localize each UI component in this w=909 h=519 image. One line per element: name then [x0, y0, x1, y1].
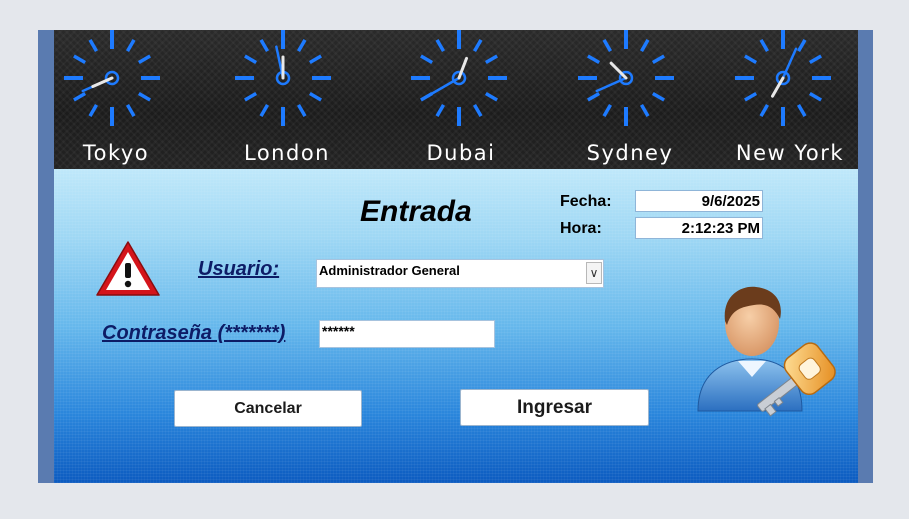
- clock-tick: [137, 91, 151, 102]
- clock-tick: [73, 54, 87, 65]
- contrasena-label: Contraseña (*******): [102, 322, 286, 344]
- clock-tick: [587, 54, 601, 65]
- hora-value: 2:12:23 PM: [635, 217, 763, 239]
- clock-tick: [296, 39, 307, 53]
- clock-tick: [435, 103, 446, 117]
- clock-tick: [296, 103, 307, 117]
- clock-tick: [639, 103, 650, 117]
- usuario-label: Usuario:: [198, 258, 280, 280]
- clock-tick: [484, 91, 498, 102]
- clock-tick: [651, 54, 665, 65]
- city-label-tokyo: Tokyo: [82, 141, 150, 165]
- fecha-label: Fecha:: [560, 193, 612, 210]
- usuario-select-value: Administrador General: [319, 263, 460, 278]
- hour-hand: [609, 61, 628, 80]
- city-label-sydney: Sydney: [586, 141, 674, 165]
- submit-button[interactable]: Ingresar: [460, 389, 649, 426]
- clock-tick: [796, 39, 807, 53]
- city-label-london: London: [244, 141, 330, 165]
- clock-tick: [308, 54, 322, 65]
- city-label-dubai: Dubai: [426, 141, 496, 165]
- clock-dubai: Dubai: [401, 30, 521, 169]
- clock-tick: [125, 39, 136, 53]
- chevron-down-icon[interactable]: ∨: [586, 262, 602, 284]
- password-input[interactable]: ******: [319, 320, 495, 348]
- clock-tick: [137, 54, 151, 65]
- clock-tick: [472, 103, 483, 117]
- user-key-icon: [697, 286, 836, 417]
- clock-tick: [651, 91, 665, 102]
- hora-label: Hora:: [560, 220, 602, 237]
- clock-tick: [472, 39, 483, 53]
- usuario-select[interactable]: Administrador General ∨: [316, 259, 604, 288]
- warning-icon: [96, 241, 160, 296]
- clock-tick: [639, 39, 650, 53]
- clock-tick: [308, 91, 322, 102]
- clock-tick: [808, 91, 822, 102]
- clock-tick: [88, 103, 99, 117]
- clock-tick: [759, 39, 770, 53]
- cancel-button[interactable]: Cancelar: [174, 390, 362, 427]
- clock-tick: [73, 91, 87, 102]
- clock-new-york: New York: [725, 30, 845, 169]
- clock-tick: [744, 91, 758, 102]
- login-panel: Entrada Fecha: 9/6/2025 Hora: 2:12:23 PM…: [54, 169, 858, 483]
- minute-hand: [781, 47, 798, 80]
- clock-tick: [435, 39, 446, 53]
- clock-tick: [420, 54, 434, 65]
- clock-tick: [602, 103, 613, 117]
- world-clock-band: Tokyo London Dubai Sydney New York: [54, 30, 858, 169]
- clock-tick: [759, 103, 770, 117]
- city-label-new-york: New York: [735, 141, 845, 165]
- clock-tick: [88, 39, 99, 53]
- form-title: Entrada: [360, 195, 472, 228]
- clock-tick: [125, 103, 136, 117]
- clock-tick: [808, 54, 822, 65]
- clock-london: London: [225, 30, 345, 169]
- clock-tick: [602, 39, 613, 53]
- clock-tick: [244, 54, 258, 65]
- clock-tokyo: Tokyo: [54, 30, 174, 169]
- clock-tick: [484, 54, 498, 65]
- clock-tick: [259, 103, 270, 117]
- minute-hand: [430, 76, 461, 96]
- clock-tick: [587, 91, 601, 102]
- clock-tick: [244, 91, 258, 102]
- clock-tick: [796, 103, 807, 117]
- fecha-value: 9/6/2025: [635, 190, 763, 212]
- clock-sydney: Sydney: [568, 30, 688, 169]
- minute-hand: [595, 76, 628, 93]
- clock-tick: [744, 54, 758, 65]
- clock-tick: [259, 39, 270, 53]
